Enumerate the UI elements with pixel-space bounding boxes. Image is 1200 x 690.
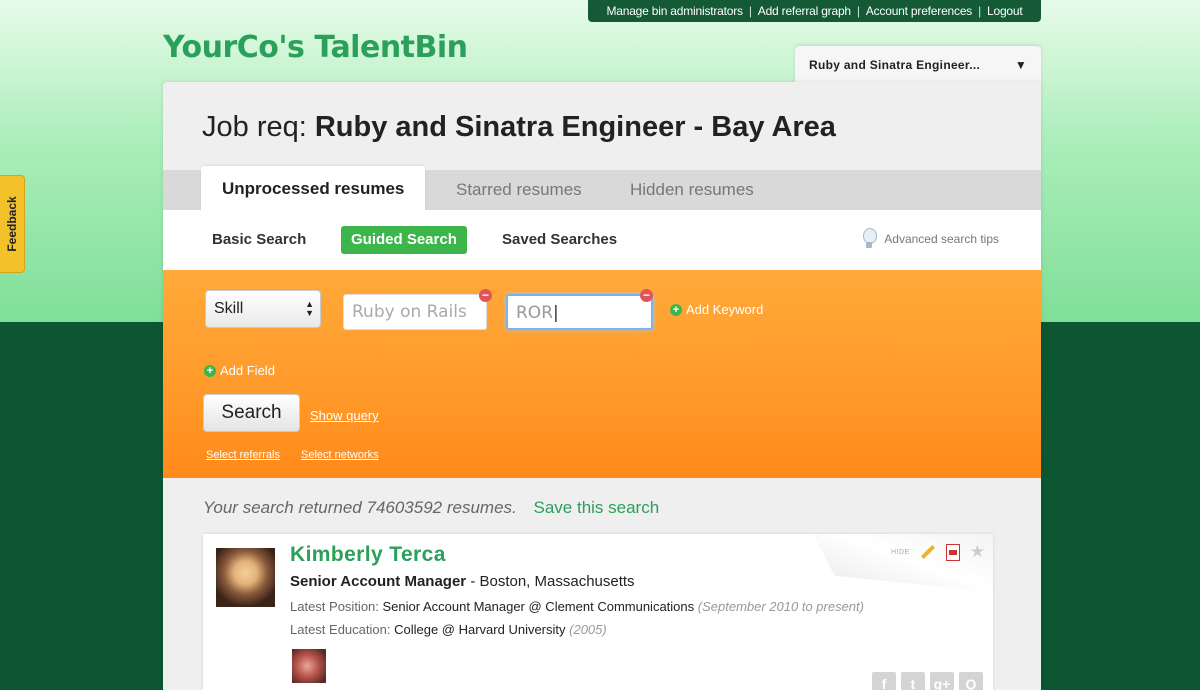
results-summary: Your search returned 74603592 resumes. S… <box>203 498 659 518</box>
field-select[interactable]: Skill ▲ ▼ <box>205 290 321 328</box>
latest-education-dates: (2005) <box>569 622 607 637</box>
resume-card: Kimberly Terca Senior Account Manager - … <box>203 534 993 690</box>
keyword-input-2-value: ROR <box>516 303 554 323</box>
search-mode-nav: Basic Search Guided Search Saved Searche… <box>163 210 1041 270</box>
advanced-search-tips-link[interactable]: Advanced search tips <box>862 228 999 250</box>
field-select-value: Skill <box>214 300 244 317</box>
tab-unprocessed-resumes[interactable]: Unprocessed resumes <box>201 166 426 210</box>
latest-position-value: Senior Account Manager @ Clement Communi… <box>382 599 695 614</box>
divider: | <box>856 4 860 18</box>
job-req-dropdown[interactable]: Ruby and Sinatra Engineer... ▼ <box>795 46 1041 84</box>
facebook-icon[interactable]: f <box>872 672 896 690</box>
plus-icon: + <box>670 303 682 316</box>
resume-actions: HIDE ★ <box>891 542 985 562</box>
job-req-title: Ruby and Sinatra Engineer - Bay Area <box>314 111 836 143</box>
candidate-title: Senior Account Manager <box>290 573 467 590</box>
lightbulb-icon <box>862 228 878 250</box>
remove-keyword-1-icon[interactable]: − <box>479 289 492 302</box>
account-nav: Manage bin administrators | Add referral… <box>588 0 1041 22</box>
text-cursor: | <box>553 303 559 323</box>
twitter-icon[interactable]: t <box>901 672 925 690</box>
latest-position-dates: (September 2010 to present) <box>697 599 864 614</box>
divider: | <box>748 4 752 18</box>
add-keyword-label: Add Keyword <box>686 302 764 317</box>
social-links: f t g+ Q <box>872 672 983 690</box>
guided-search-tab[interactable]: Guided Search <box>341 226 467 254</box>
add-field-label: Add Field <box>220 363 275 378</box>
resume-tabs: Unprocessed resumes Starred resumes Hidd… <box>163 166 1041 210</box>
pencil-icon[interactable] <box>920 544 935 560</box>
advanced-search-tips-label: Advanced search tips <box>884 232 999 246</box>
tab-starred-resumes[interactable]: Starred resumes <box>456 170 582 210</box>
logout-link[interactable]: Logout <box>987 4 1023 18</box>
add-referral-graph-link[interactable]: Add referral graph <box>758 4 851 18</box>
latest-position-label: Latest Position: <box>290 599 379 614</box>
pdf-icon[interactable] <box>945 543 960 561</box>
add-keyword-link[interactable]: + Add Keyword <box>670 302 763 317</box>
add-field-link[interactable]: + Add Field <box>204 363 275 378</box>
select-arrows-icon: ▲ ▼ <box>305 299 314 318</box>
feedback-tab[interactable]: Feedback <box>0 175 25 273</box>
basic-search-tab[interactable]: Basic Search <box>212 226 306 254</box>
referral-avatar[interactable] <box>292 649 326 683</box>
manage-bin-admins-link[interactable]: Manage bin administrators <box>606 4 743 18</box>
main-panel: Job req: Ruby and Sinatra Engineer - Bay… <box>163 82 1041 690</box>
saved-searches-tab[interactable]: Saved Searches <box>502 226 617 254</box>
logo[interactable]: YourCo's TalentBin <box>163 30 468 65</box>
avatar[interactable] <box>216 548 275 607</box>
job-req-dropdown-label: Ruby and Sinatra Engineer... <box>809 58 981 72</box>
select-referrals-link[interactable]: Select referrals <box>206 449 280 461</box>
page-title: Job req: Ruby and Sinatra Engineer - Bay… <box>202 111 836 144</box>
plus-icon: + <box>204 364 216 377</box>
results-count-text: Your search returned 74603592 resumes. <box>203 498 517 517</box>
candidate-role: Senior Account Manager - Boston, Massach… <box>290 573 635 590</box>
latest-education-label: Latest Education: <box>290 622 391 637</box>
keyword-input-1[interactable]: Ruby on Rails <box>343 294 487 330</box>
hide-button[interactable]: HIDE <box>891 549 910 556</box>
candidate-location: - Boston, Massachusetts <box>470 573 635 590</box>
feedback-label: Feedback <box>5 196 19 252</box>
latest-position: Latest Position: Senior Account Manager … <box>290 599 864 614</box>
search-button[interactable]: Search <box>203 394 300 432</box>
latest-education-value: College @ Harvard University <box>394 622 566 637</box>
keyword-input-2[interactable]: ROR| <box>506 294 653 330</box>
select-networks-link[interactable]: Select networks <box>301 449 379 461</box>
account-preferences-link[interactable]: Account preferences <box>866 4 972 18</box>
triangle-down-icon: ▼ <box>1014 58 1027 72</box>
save-search-link[interactable]: Save this search <box>534 498 660 517</box>
tab-hidden-resumes[interactable]: Hidden resumes <box>630 170 754 210</box>
quora-icon[interactable]: Q <box>959 672 983 690</box>
divider: | <box>978 4 982 18</box>
show-query-link[interactable]: Show query <box>310 408 379 423</box>
remove-keyword-2-icon[interactable]: − <box>640 289 653 302</box>
guided-search-form: Skill ▲ ▼ Ruby on Rails − ROR| − + Add Ke… <box>163 270 1041 478</box>
star-icon[interactable]: ★ <box>970 542 985 562</box>
candidate-name[interactable]: Kimberly Terca <box>290 543 446 567</box>
google-plus-icon[interactable]: g+ <box>930 672 954 690</box>
job-req-prefix: Job req: <box>202 111 307 143</box>
latest-education: Latest Education: College @ Harvard Univ… <box>290 622 607 637</box>
